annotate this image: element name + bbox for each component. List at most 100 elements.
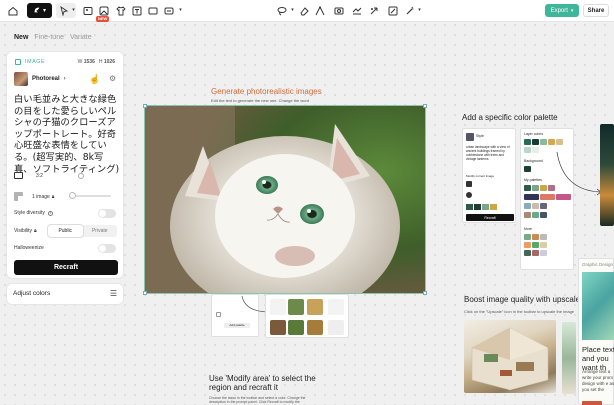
modify-results-card [265, 294, 349, 338]
frame-tool-icon[interactable] [147, 5, 158, 16]
image-tool-icon[interactable] [82, 5, 93, 16]
mockup-shirt-icon[interactable] [115, 5, 126, 16]
adjust-colors-label: Adjust colors [13, 290, 51, 297]
images-slider-knob[interactable] [69, 192, 76, 199]
chevron-right-icon: › [63, 76, 66, 82]
swatch [532, 139, 539, 145]
generated-kitten-image[interactable] [144, 105, 426, 294]
mini-recraft-button: Recraft [466, 214, 514, 221]
generate-title: Generate photorealistic images [211, 87, 322, 96]
boost-subtitle: Click on the "Upscale" icon in the toolb… [464, 309, 575, 314]
swatch [532, 185, 539, 191]
images-slider[interactable] [71, 195, 111, 197]
room-upscaled-image[interactable] [562, 322, 576, 394]
plant-thumb-3 [307, 299, 323, 315]
swatch [540, 139, 547, 145]
swatch [540, 185, 547, 191]
palette-more-label: More [524, 227, 532, 231]
swatch [524, 234, 531, 240]
tab-fine-tune[interactable]: Fine-tune [34, 34, 64, 41]
mode-selector[interactable]: IMAGE [15, 59, 45, 65]
plant-thumb-7 [307, 320, 323, 335]
swatch [540, 250, 547, 256]
sliders-icon: ☰ [109, 289, 117, 298]
swatch [524, 194, 539, 200]
lock-icon: 🔒︎ [33, 228, 37, 234]
image-frame-icon[interactable] [98, 5, 109, 16]
swatch [524, 250, 531, 256]
mini-swatch-1 [466, 204, 473, 210]
aspect-ratio-row[interactable]: 3:2 [14, 172, 43, 179]
mini-ratio-icon [466, 181, 472, 187]
text-tool-icon[interactable] [131, 5, 142, 16]
city-result-image[interactable] [600, 124, 614, 226]
style-selector[interactable]: Photoreal › ☝ ⚙ [14, 72, 118, 86]
eraser-icon[interactable] [298, 5, 309, 16]
chevron-down-icon[interactable]: ▾ [287, 5, 298, 16]
room-lowres-image[interactable] [464, 320, 556, 393]
graphic-design-title: Graphic Design [582, 262, 614, 267]
swatch [524, 147, 531, 153]
plant-thumb-1 [270, 299, 286, 315]
aspect-ratio-icon [14, 172, 23, 179]
variations-icon[interactable] [387, 5, 398, 16]
swatch [548, 139, 555, 145]
swatch [540, 194, 555, 200]
swatch [532, 242, 539, 248]
resize-handle-tl[interactable] [143, 104, 147, 108]
home-icon[interactable] [7, 5, 18, 16]
tab-new[interactable]: New [14, 34, 28, 41]
boost-title: Boost image quality with upscale [464, 295, 581, 304]
creative-upscale-icon[interactable] [368, 5, 379, 16]
export-button[interactable]: Export ▾ [545, 4, 579, 17]
recraft-button[interactable]: Recraft [14, 260, 118, 275]
palette-layer-label: Layer colors [524, 132, 544, 136]
style-diversity-toggle[interactable] [98, 209, 116, 218]
images-count-row[interactable]: 1 image 🔒︎ [14, 192, 54, 201]
style-mini-panel: Style urban landscape with a view of anc… [462, 128, 516, 223]
swatch [556, 139, 563, 145]
chevron-down-icon[interactable]: ▾ [68, 5, 79, 16]
chevron-down-icon[interactable]: ▾ [414, 5, 425, 16]
upscale-icon[interactable] [351, 5, 362, 16]
chevron-down-icon[interactable]: ▾ [175, 5, 186, 16]
workspace-menu-button[interactable]: ▾ [27, 3, 52, 18]
swatch [532, 203, 539, 209]
swatch [524, 139, 531, 145]
prompt-panel: IMAGE W 1536 H 1026 Photoreal › ☝ ⚙ 白い毛並… [7, 52, 123, 278]
style-thumb [466, 133, 474, 141]
visibility-row: Visibility 🔒︎ [14, 228, 37, 234]
ratio-slider-knob[interactable] [78, 173, 84, 179]
shapes-tool-icon[interactable] [163, 5, 174, 16]
style-settings-icon[interactable]: ⚙ [109, 74, 116, 83]
swatch [532, 212, 539, 218]
mode-label: IMAGE [25, 59, 46, 65]
style-diversity-label: Style diversity [14, 210, 45, 216]
lasso-icon[interactable] [276, 5, 287, 16]
dimensions[interactable]: W 1536 H 1026 [78, 59, 115, 65]
adjust-colors-panel[interactable]: Adjust colors ☰ [7, 284, 123, 304]
resize-handle-br[interactable] [423, 291, 427, 295]
remove-background-icon[interactable] [333, 5, 344, 16]
tab-variate[interactable]: Variate [70, 34, 92, 41]
resize-handle-bl[interactable] [143, 291, 147, 295]
prompt-textarea[interactable]: 白い毛並みと大きな緑色の目をした愛らしいペルシャの子猫のクローズアップポートレー… [14, 94, 120, 175]
swatch [524, 166, 531, 172]
chevron-down-icon: ▾ [42, 8, 46, 14]
visibility-public[interactable]: Public [48, 225, 83, 237]
mini-swatch-4 [490, 204, 497, 210]
visibility-label: Visibility [14, 228, 32, 234]
visibility-private[interactable]: Private [83, 225, 118, 237]
share-button[interactable]: Share [583, 4, 609, 17]
hand-pointer-icon[interactable]: ☝ [89, 74, 100, 85]
swatch [540, 212, 547, 218]
graphic-design-cta[interactable] [582, 401, 602, 405]
resize-handle-tr[interactable] [423, 104, 427, 108]
modify-area-subtitle: Choose the lasso in the toolbar and sele… [209, 396, 306, 404]
vectorize-icon[interactable] [314, 5, 325, 16]
plant-thumb-6 [288, 320, 304, 335]
style-thumbnail [14, 72, 28, 86]
halloweenize-row: Halloweenize [14, 245, 44, 251]
halloweenize-toggle[interactable] [98, 244, 116, 253]
kitten-photo [145, 106, 425, 293]
